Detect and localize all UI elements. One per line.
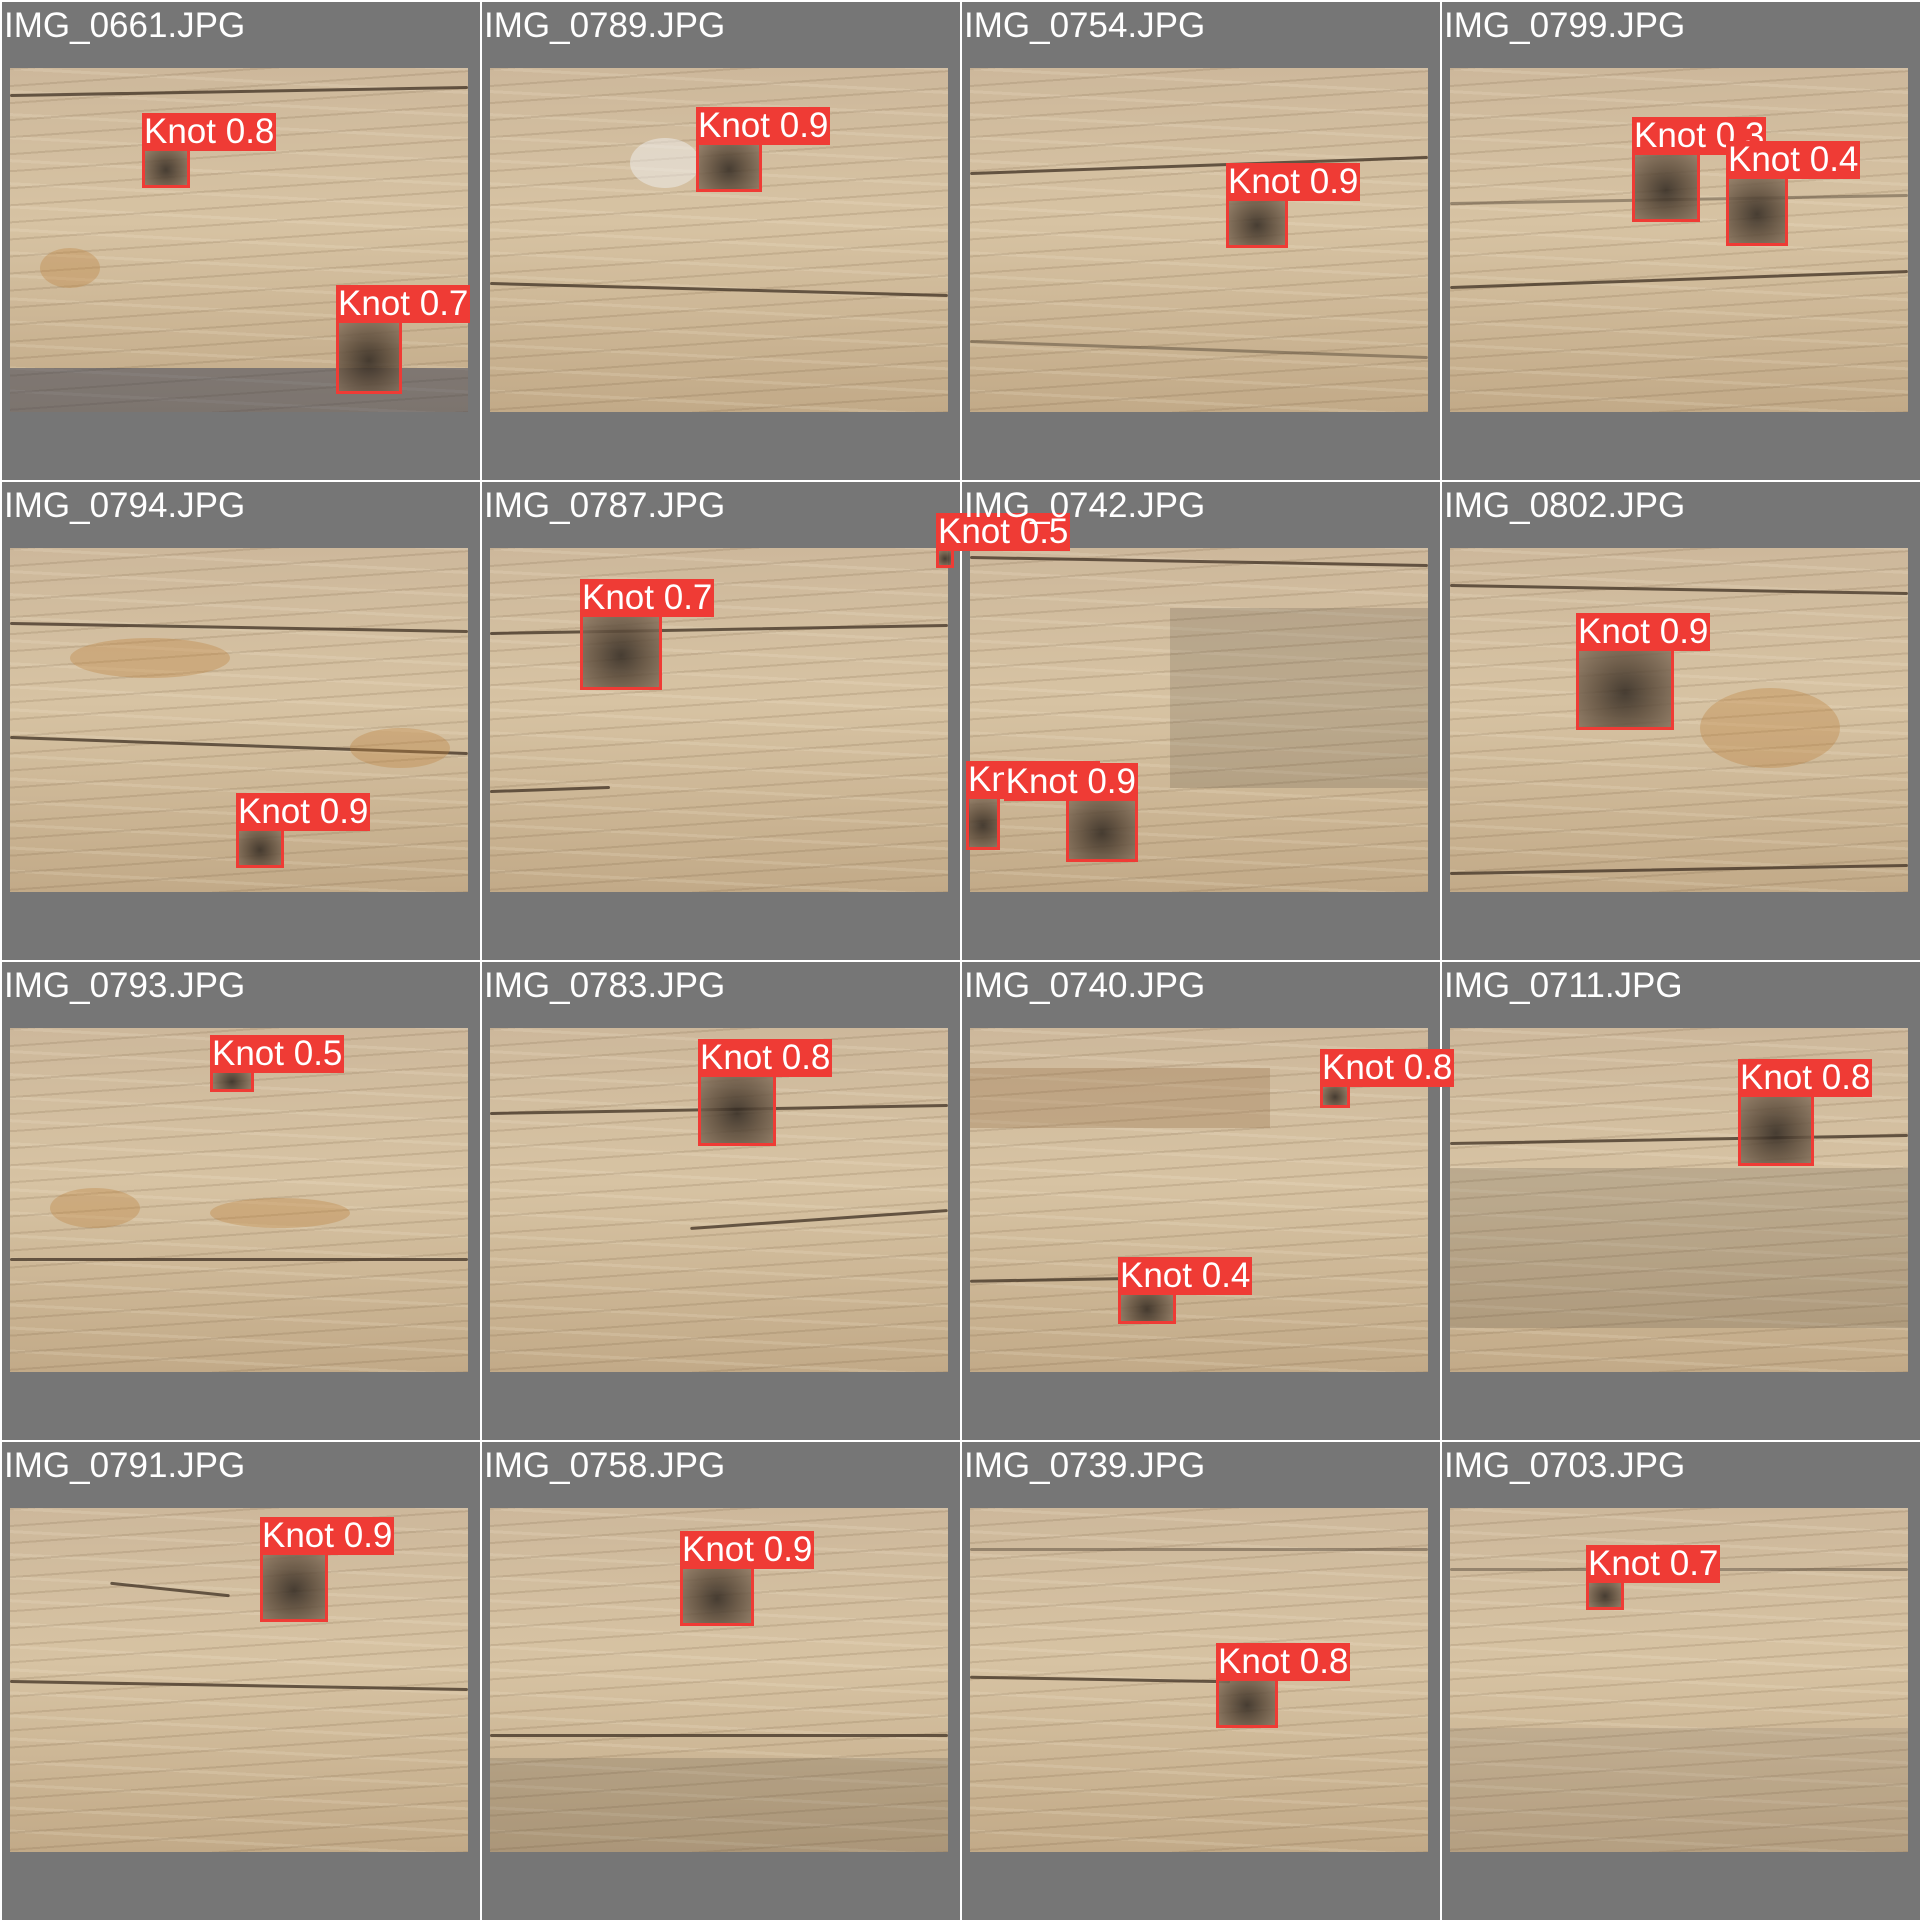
image-filename: IMG_0661.JPG <box>4 6 246 45</box>
knot-detection-box: Knot 0.9 <box>1576 613 1711 730</box>
image-filename: IMG_0703.JPG <box>1444 1446 1686 1485</box>
wood-photo <box>970 1508 1428 1852</box>
knot-detection-box: Knot 0.7 <box>580 579 715 690</box>
detection-label: Knot 0.9 <box>1576 612 1711 651</box>
image-tile: IMG_0703.JPG Knot 0.7 <box>1442 1442 1920 1920</box>
detection-label: Knot 0.9 <box>696 106 831 145</box>
knot-detection-box: Knot 0.8 <box>1216 1643 1351 1728</box>
image-tile: IMG_0789.JPG Knot 0.9 <box>482 2 960 480</box>
detection-label: Knot 0.9 <box>260 1516 395 1555</box>
knot-detection-box: Knot 0.9 <box>260 1517 395 1622</box>
knot-detection-box: Knot 0.8 <box>1738 1059 1873 1166</box>
image-filename: IMG_0711.JPG <box>1444 966 1683 1005</box>
image-tile: IMG_0739.JPG Knot 0.8 <box>962 1442 1440 1920</box>
detection-label: Knot 0.5 <box>210 1034 345 1073</box>
image-tile: IMG_0802.JPG Knot 0.9 <box>1442 482 1920 960</box>
image-tile: IMG_0754.JPG Knot 0.9 <box>962 2 1440 480</box>
wood-photo <box>10 1508 468 1852</box>
image-tile: IMG_0711.JPG Knot 0.8 <box>1442 962 1920 1440</box>
detection-label: Knot 0.9 <box>1003 762 1138 801</box>
detection-mosaic: IMG_0661.JPG Knot 0.8 Knot 0.7 IMG_0789.… <box>0 0 1920 1920</box>
knot-detection-box: Knot 0.5 <box>210 1035 345 1092</box>
knot-detection-box: Knot 0.9 <box>680 1531 815 1626</box>
wood-photo <box>970 548 1428 892</box>
image-filename: IMG_0789.JPG <box>484 6 726 45</box>
image-tile: IMG_0740.JPG Knot 0.8 Knot 0.4 <box>962 962 1455 1440</box>
knot-detection-box: Knot 0.5 <box>936 513 1071 568</box>
image-tile: IMG_0793.JPG Knot 0.5 <box>2 962 480 1440</box>
wood-photo <box>1450 548 1908 892</box>
knot-detection-box: Knot 0.8 <box>142 113 277 188</box>
knot-detection-box: Knot 0.4 <box>1118 1257 1253 1324</box>
detection-label: Knot 0.4 <box>1726 140 1861 179</box>
knot-detection-box: Knot 0.7 <box>336 285 471 394</box>
wood-photo <box>490 548 948 892</box>
image-tile: IMG_0791.JPG Knot 0.9 <box>2 1442 480 1920</box>
detection-label: Knot 0.8 <box>698 1038 833 1077</box>
image-filename: IMG_0783.JPG <box>484 966 726 1005</box>
knot-detection-box: Knot 0.9 <box>1226 163 1361 248</box>
knot-detection-box: Knot 0.9 <box>236 793 371 868</box>
detection-label: Knot 0.9 <box>680 1530 815 1569</box>
image-filename: IMG_0791.JPG <box>4 1446 246 1485</box>
image-tile: IMG_0783.JPG Knot 0.8 <box>482 962 960 1440</box>
knot-detection-box: Knot 0.4 <box>966 761 1101 850</box>
image-tile: IMG_0758.JPG Knot 0.9 <box>482 1442 960 1920</box>
image-tile: IMG_0794.JPG Knot 0.9 <box>2 482 480 960</box>
wood-photo <box>970 68 1428 412</box>
image-filename: IMG_0793.JPG <box>4 966 246 1005</box>
knot-detection-box: Knot 0.4 <box>1726 141 1861 246</box>
detection-label: Knot 0.9 <box>1226 162 1361 201</box>
image-tile: IMG_0661.JPG Knot 0.8 Knot 0.7 <box>2 2 480 480</box>
detection-label: Knot 0.8 <box>1216 1642 1351 1681</box>
detection-label: Knot 0.9 <box>236 792 371 831</box>
image-filename: IMG_0758.JPG <box>484 1446 726 1485</box>
image-filename: IMG_0754.JPG <box>964 6 1206 45</box>
image-filename: IMG_0740.JPG <box>964 966 1206 1005</box>
knot-detection-box: Knot 0.9 <box>696 107 831 192</box>
image-tile: IMG_0787.JPG Knot 0.7 Knot 0.5 <box>482 482 1071 960</box>
detection-label: Knot 0.7 <box>336 284 471 323</box>
image-tile: IMG_0742.JPG Knot 0.4 Knot 0.9 <box>962 482 1440 960</box>
detection-label: Knot 0.7 <box>580 578 715 617</box>
image-tile: IMG_0799.JPG Knot 0.3 Knot 0.4 <box>1442 2 1920 480</box>
detection-label: Knot 0.8 <box>142 112 277 151</box>
image-filename: IMG_0794.JPG <box>4 486 246 525</box>
image-filename: IMG_0799.JPG <box>1444 6 1686 45</box>
detection-label: Knot 0.8 <box>1320 1048 1455 1087</box>
knot-detection-box: Knot 0.8 <box>698 1039 833 1146</box>
detection-label: Knot 0.8 <box>1738 1058 1873 1097</box>
knot-detection-box: Knot 0.8 <box>1320 1049 1455 1108</box>
knot-detection-box: Knot 0.9 <box>1003 763 1138 862</box>
knot-detection-box: Knot 0.7 <box>1586 1545 1721 1610</box>
image-filename: IMG_0742.JPG <box>964 486 1206 525</box>
knot-detection-box: Knot 0.3 <box>1632 117 1767 222</box>
detection-label: Knot 0.7 <box>1586 1544 1721 1583</box>
detection-label: Knot 0.4 <box>1118 1256 1253 1295</box>
image-filename: IMG_0802.JPG <box>1444 486 1686 525</box>
image-filename: IMG_0739.JPG <box>964 1446 1206 1485</box>
image-filename: IMG_0787.JPG <box>484 486 726 525</box>
